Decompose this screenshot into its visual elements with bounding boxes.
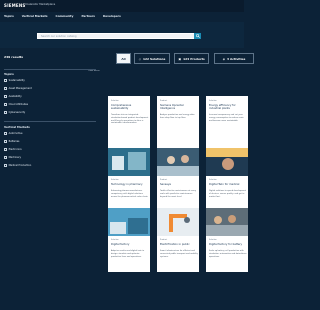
filter-heading-topics: Topics bbox=[4, 72, 14, 76]
filter-option-asset-management[interactable]: Asset Management bbox=[4, 86, 32, 91]
filter-option-cybersecurity[interactable]: Cybersecurity bbox=[4, 110, 25, 115]
checkbox[interactable] bbox=[4, 164, 7, 167]
search-icon bbox=[195, 34, 200, 38]
brand-logo[interactable]: SIEMENS bbox=[4, 3, 25, 8]
nav-item-topics[interactable]: Topics bbox=[4, 14, 14, 20]
result-card[interactable]: Solution Digital factory for battery Sca… bbox=[206, 208, 248, 272]
top-bar: SIEMENS Xcelerator Marketplace bbox=[0, 0, 244, 12]
checkbox[interactable] bbox=[4, 140, 7, 143]
brand-tagline: Xcelerator Marketplace bbox=[25, 3, 56, 6]
filter-option-sustainability[interactable]: Sustainability bbox=[4, 78, 25, 83]
clear-filters-link[interactable]: Clear filters bbox=[88, 70, 100, 72]
tab-activities[interactable]: ◈ 3 Activities bbox=[214, 53, 254, 64]
activity-icon: ◈ bbox=[222, 56, 226, 61]
filter-option-availability[interactable]: Availability bbox=[4, 94, 22, 99]
checkbox[interactable] bbox=[4, 111, 7, 114]
tab-solutions[interactable]: ◇ 122 Solutions bbox=[134, 53, 170, 64]
nav-item-partners[interactable]: Partners bbox=[81, 14, 95, 20]
filter-option-electronics[interactable]: Electronics bbox=[4, 147, 22, 152]
filter-option-batteries[interactable]: Batteries bbox=[4, 139, 19, 144]
product-icon: ▣ bbox=[178, 56, 182, 61]
result-card[interactable]: Solution Digital Twin for medical Digita… bbox=[206, 148, 248, 212]
card-image bbox=[206, 148, 248, 176]
filter-option-machinery[interactable]: Machinery bbox=[4, 155, 21, 160]
nav-item-developers[interactable]: Developers bbox=[103, 14, 121, 20]
checkbox[interactable] bbox=[4, 156, 7, 159]
divider bbox=[4, 69, 96, 70]
card-image bbox=[108, 148, 150, 176]
search-placeholder: Search our solution catalog bbox=[41, 35, 77, 38]
results-count: 249 results bbox=[4, 55, 23, 59]
checkbox[interactable] bbox=[4, 79, 7, 82]
tab-all[interactable]: All bbox=[116, 53, 131, 64]
search-input[interactable]: Search our solution catalog bbox=[37, 33, 201, 39]
filter-heading-vertical-markets: Vertical Markets bbox=[4, 125, 30, 129]
checkbox[interactable] bbox=[4, 132, 7, 135]
solution-icon: ◇ bbox=[138, 56, 141, 61]
filter-option-cloud-attributes[interactable]: Cloud Attributes bbox=[4, 102, 28, 107]
filter-option-automotive[interactable]: Automotive bbox=[4, 131, 22, 136]
result-card[interactable]: Solution Digital factory Adopt an end-to… bbox=[108, 208, 150, 272]
card-image bbox=[206, 208, 248, 236]
checkbox[interactable] bbox=[4, 87, 7, 90]
checkbox[interactable] bbox=[4, 148, 7, 151]
checkbox[interactable] bbox=[4, 103, 7, 106]
main-nav: Topics Vertical Markets Community Partne… bbox=[4, 14, 121, 20]
nav-item-community[interactable]: Community bbox=[56, 14, 74, 20]
card-image bbox=[108, 208, 150, 236]
divider bbox=[4, 121, 96, 122]
card-image bbox=[157, 208, 199, 236]
filter-option-medical-production[interactable]: Medical Production bbox=[4, 163, 31, 168]
result-card[interactable]: Solution Technology in pharmacy Enhancin… bbox=[108, 148, 150, 212]
search-button[interactable] bbox=[194, 33, 201, 39]
result-card[interactable]: Product Electrification in public Smart … bbox=[157, 208, 199, 272]
result-card[interactable]: Product Senseye Tackle effective mainten… bbox=[157, 148, 199, 212]
tab-products[interactable]: ▣ 124 Products bbox=[174, 53, 209, 64]
card-image bbox=[157, 148, 199, 176]
checkbox[interactable] bbox=[4, 95, 7, 98]
nav-item-vertical-markets[interactable]: Vertical Markets bbox=[22, 14, 48, 20]
